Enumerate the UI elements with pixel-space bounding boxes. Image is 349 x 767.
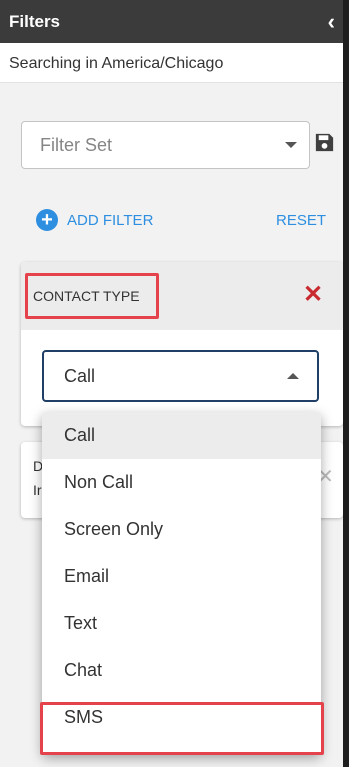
plus-circle-icon: + — [36, 209, 58, 231]
chevron-left-icon[interactable]: ‹ — [328, 10, 335, 33]
close-icon[interactable]: ✕ — [303, 283, 323, 307]
filter-actions: + ADD FILTER RESET — [36, 207, 326, 233]
panel-header: Filters ‹ — [0, 0, 343, 43]
dropdown-option-call[interactable]: Call — [42, 412, 321, 459]
add-filter-label: ADD FILTER — [67, 211, 154, 229]
dropdown-option-non-call[interactable]: Non Call — [42, 459, 321, 506]
panel-title: Filters — [9, 11, 61, 31]
searching-location-text: Searching in America/Chicago — [0, 43, 343, 83]
filter-set-placeholder: Filter Set — [40, 134, 113, 155]
save-icon[interactable] — [313, 131, 336, 154]
filter-card-header: CONTACT TYPE ✕ — [21, 262, 343, 330]
contact-type-filter-card: CONTACT TYPE ✕ Call — [21, 262, 343, 426]
dropdown-option-chat[interactable]: Chat — [42, 647, 321, 694]
caret-up-icon — [287, 373, 299, 379]
add-filter-button[interactable]: + ADD FILTER — [36, 209, 153, 231]
contact-type-highlight — [25, 273, 159, 319]
filters-panel: Filters ‹ Searching in America/Chicago F… — [0, 0, 343, 767]
contact-type-selected-value: Call — [64, 365, 96, 386]
dropdown-option-screen-only[interactable]: Screen Only — [42, 506, 321, 553]
dropdown-option-text[interactable]: Text — [42, 600, 321, 647]
filter-set-select[interactable]: Filter Set — [21, 121, 310, 169]
second-filter-value: Ir — [33, 482, 42, 498]
caret-down-icon — [285, 142, 297, 148]
panel-border — [343, 0, 349, 767]
reset-button[interactable]: RESET — [276, 212, 326, 229]
contact-type-select[interactable]: Call — [42, 350, 319, 402]
dropdown-option-email[interactable]: Email — [42, 553, 321, 600]
sms-option-highlight — [40, 702, 324, 755]
